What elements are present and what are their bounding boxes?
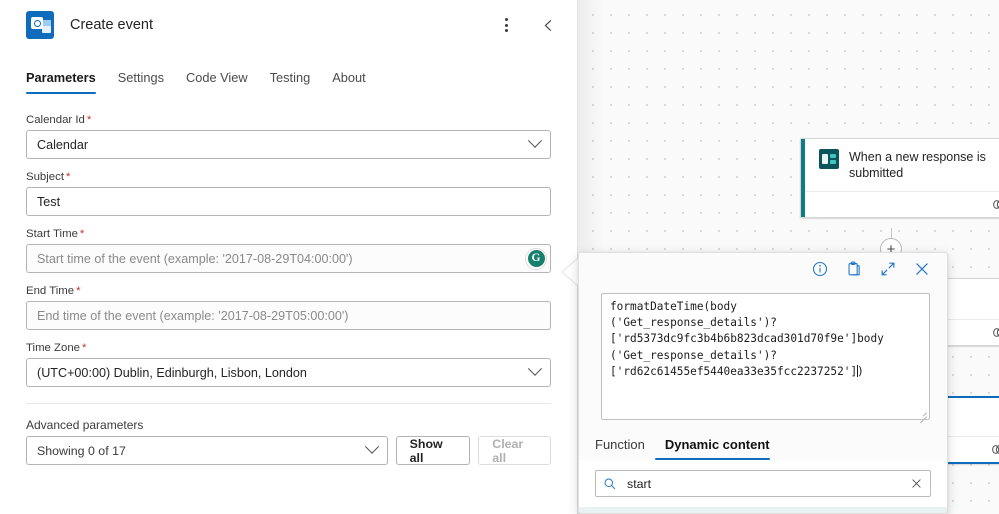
close-icon[interactable]: [913, 260, 931, 278]
field-label-text: Time Zone: [26, 342, 81, 354]
link-icon[interactable]: [990, 442, 999, 457]
tab-testing[interactable]: Testing: [259, 70, 322, 94]
more-vertical-icon[interactable]: [493, 12, 519, 38]
expression-line-1: formatDateTime(body: [610, 300, 737, 313]
start-time-input[interactable]: Start time of the event (example: '2017-…: [26, 244, 551, 273]
node-title: When a new response is submitted: [849, 150, 986, 180]
app-root: When a new response is submitted + ails: [0, 0, 999, 514]
link-icon[interactable]: [991, 197, 999, 212]
search-input[interactable]: start: [595, 470, 931, 498]
end-time-input[interactable]: End time of the event (example: '2017-08…: [26, 301, 551, 330]
chevron-left-icon[interactable]: [535, 12, 561, 38]
popup-caret: [563, 258, 579, 286]
required-marker: *: [82, 342, 87, 354]
field-subject: Subject * Test: [26, 171, 551, 216]
dynamic-content-group-get-response-details[interactable]: Get response details: [579, 507, 947, 513]
expression-line-3: ['rd5373dc9fc3b4b6b823dcad301d70f9e']bod…: [610, 332, 884, 346]
field-label-text: End Time: [26, 285, 75, 297]
tab-function[interactable]: Function: [595, 437, 655, 460]
advanced-parameters-value: Showing 0 of 17: [37, 443, 126, 458]
field-label-text: Calendar Id: [26, 114, 85, 126]
time-zone-value: (UTC+00:00) Dublin, Edinburgh, Lisbon, L…: [37, 365, 307, 380]
parameters-form: Calendar Id * Calendar Subject * Test Star…: [0, 94, 577, 387]
grammarly-icon[interactable]: G: [525, 247, 547, 270]
field-label: Start Time *: [26, 228, 551, 240]
required-marker: *: [66, 171, 71, 183]
required-marker: *: [86, 114, 92, 126]
field-label-text: Start Time: [26, 228, 78, 240]
time-zone-select[interactable]: (UTC+00:00) Dublin, Edinburgh, Lisbon, L…: [26, 358, 551, 387]
calendar-id-select[interactable]: Calendar: [26, 130, 551, 159]
resize-grip-icon[interactable]: [917, 407, 927, 424]
panel-header: Create event: [0, 0, 577, 50]
link-icon[interactable]: [991, 325, 999, 340]
tab-settings[interactable]: Settings: [107, 70, 175, 94]
show-all-button[interactable]: Show all: [395, 436, 471, 465]
field-label: End Time *: [26, 285, 551, 297]
required-marker: *: [79, 228, 85, 240]
header-actions: [493, 12, 561, 38]
subject-value: Test: [37, 194, 61, 209]
outlook-icon-ring: [33, 19, 41, 27]
field-label: Subject *: [26, 171, 551, 183]
tab-dynamic-content[interactable]: Dynamic content: [654, 437, 780, 461]
advanced-parameters-label: Advanced parameters: [26, 418, 144, 432]
search-icon: [604, 478, 616, 490]
tab-parameters[interactable]: Parameters: [26, 70, 107, 94]
clipboard-icon[interactable]: [845, 260, 863, 278]
expression-editor-popup: formatDateTime(body ('Get_response_detail…: [578, 252, 948, 514]
field-calendar-id: Calendar Id * Calendar: [26, 114, 551, 159]
panel-tabs: Parameters Settings Code View Testing Ab…: [0, 70, 577, 94]
outlook-icon: [26, 11, 54, 39]
field-start-time: Start Time * Start time of the event (exa…: [26, 228, 551, 273]
grammarly-glyph: G: [527, 250, 545, 267]
field-time-zone: Time Zone * (UTC+00:00) Dublin, Edinburgh…: [26, 342, 551, 387]
tab-code-view[interactable]: Code View: [175, 70, 259, 94]
subject-input[interactable]: Test: [26, 187, 551, 216]
search-query: start: [627, 476, 652, 491]
popup-tabs: Function Dynamic content: [579, 431, 947, 461]
chevron-down-icon: [527, 361, 543, 376]
node-footer: [801, 191, 999, 217]
clear-all-button: Clear all: [478, 436, 551, 465]
expression-input-wrapper: formatDateTime(body ('Get_response_detail…: [579, 284, 947, 432]
field-label: Calendar Id *: [26, 114, 551, 126]
start-time-placeholder: Start time of the event (example: '2017-…: [37, 251, 353, 266]
required-marker: *: [76, 285, 81, 297]
info-icon[interactable]: [811, 260, 829, 278]
end-time-placeholder: End time of the event (example: '2017-08…: [37, 308, 349, 323]
advanced-parameters-row: Showing 0 of 17 Show all Clear all: [26, 436, 551, 465]
tab-about[interactable]: About: [321, 70, 376, 94]
forms-icon: [819, 149, 839, 169]
dynamic-content-search-wrapper: start: [579, 460, 947, 508]
advanced-parameters-section: Advanced parameters Showing 0 of 17 Show…: [0, 404, 577, 465]
advanced-parameters-select[interactable]: Showing 0 of 17: [26, 436, 388, 465]
outlook-icon-page-top: [42, 20, 51, 26]
field-end-time: End Time * End time of the event (example…: [26, 285, 551, 330]
action-details-panel: Create event Parameters Settings Code Vi…: [0, 0, 578, 514]
expand-icon[interactable]: [879, 260, 897, 278]
expression-line-2: ('Get_response_details')?: [610, 316, 777, 330]
expression-textarea[interactable]: formatDateTime(body ('Get_response_detail…: [601, 293, 930, 424]
popup-toolbar: [579, 253, 947, 284]
chevron-down-icon: [527, 133, 543, 148]
node-header: When a new response is submitted: [801, 139, 999, 191]
expression-trailing: ): [857, 364, 864, 378]
field-label-text: Subject: [26, 171, 64, 183]
field-label: Time Zone *: [26, 342, 551, 354]
node-accent-bar: [801, 139, 805, 217]
expression-line-4: ('Get_response_details')?: [610, 348, 777, 362]
page-title: Create event: [70, 17, 154, 33]
flow-node-trigger[interactable]: When a new response is submitted: [800, 138, 999, 218]
calendar-id-value: Calendar: [37, 137, 89, 152]
chevron-down-icon: [364, 439, 379, 454]
expression-line-5: ['rd62c61455ef5440ea33e35fcc2237252']: [610, 364, 858, 378]
